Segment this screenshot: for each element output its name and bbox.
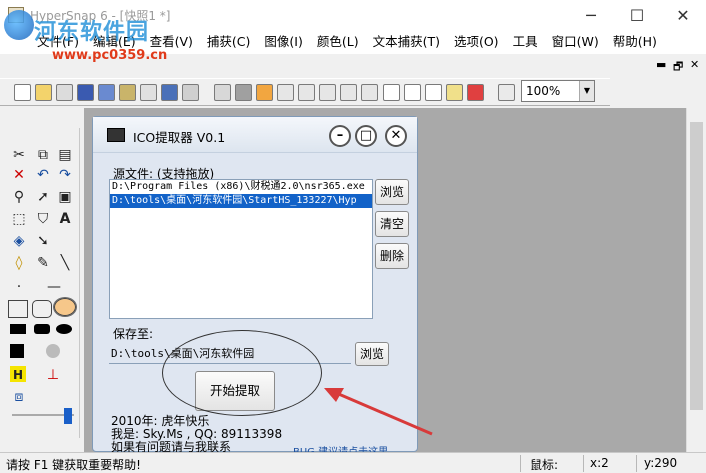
delete-icon[interactable]: ✕: [10, 166, 28, 184]
stamp-tool-icon[interactable]: ⛉: [34, 210, 52, 228]
watermark-url: www.pc0359.cn: [52, 48, 168, 63]
mouse-x: x:2: [590, 456, 609, 470]
copy-tool-icon[interactable]: ⧉: [34, 146, 52, 164]
dialog-close-button[interactable]: ✕: [385, 125, 407, 147]
close-button[interactable]: ✕: [660, 0, 706, 30]
mouse-y: y:290: [644, 456, 678, 470]
menu-color[interactable]: 颜色(L): [310, 30, 366, 54]
save-to-label: 保存至:: [113, 327, 154, 341]
window-tool-icon[interactable]: ▣: [56, 188, 74, 206]
foreground-color-icon[interactable]: [10, 344, 24, 358]
watermark-title: 河东软件园: [34, 20, 150, 45]
paste-icon[interactable]: ▤: [56, 146, 74, 164]
scan-icon[interactable]: [56, 84, 73, 101]
mdi-minimize-button[interactable]: ▬: [656, 58, 666, 71]
filled-rounded-rect-icon[interactable]: [34, 324, 50, 334]
text-tool-icon[interactable]: A: [56, 210, 74, 228]
zoom-value: 100%: [526, 84, 561, 98]
tools-icon[interactable]: [235, 84, 252, 101]
pointer-icon[interactable]: ➚: [34, 188, 52, 206]
clear-button[interactable]: 清空: [375, 211, 409, 237]
status-bar: 请按 F1 键获取重要帮助! 鼠标: x:2 y:290: [0, 452, 706, 473]
arrow-tool-icon[interactable]: ➘: [34, 232, 52, 250]
filled-rect-icon[interactable]: [10, 324, 26, 334]
list-item[interactable]: D:\tools\桌面\河东软件园\StartHS_133227\Hyp: [110, 194, 372, 208]
help-cursor-icon[interactable]: [498, 84, 515, 101]
opacity-slider[interactable]: [64, 408, 72, 424]
fit-icon[interactable]: ⧈: [10, 388, 28, 406]
stamp-icon[interactable]: [467, 84, 484, 101]
dot-style-icon[interactable]: ·: [10, 278, 28, 296]
capture-hand-icon[interactable]: [256, 84, 273, 101]
file-list[interactable]: D:\Program Files (x86)\财税通2.0\nsr365.exe…: [109, 179, 373, 319]
open-icon[interactable]: [35, 84, 52, 101]
capture-repeat-icon[interactable]: [361, 84, 378, 101]
menu-text-capture[interactable]: 文本捕获(T): [366, 30, 447, 54]
menu-window[interactable]: 窗口(W): [545, 30, 606, 54]
undo-icon[interactable]: ↶: [34, 166, 52, 184]
browse-button[interactable]: 浏览: [375, 179, 409, 205]
dialog-title: ICO提取器 V0.1: [133, 130, 226, 145]
dialog-title-bar: ICO提取器 V0.1 – □ ✕: [93, 117, 417, 153]
select-rect-icon[interactable]: ⬚: [10, 210, 28, 228]
menu-capture[interactable]: 捕获(C): [200, 30, 257, 54]
scrollbar-thumb[interactable]: [690, 122, 703, 410]
capture-button-icon[interactable]: [340, 84, 357, 101]
vertical-scrollbar[interactable]: [686, 108, 706, 453]
new-icon[interactable]: [14, 84, 31, 101]
share-icon[interactable]: [140, 84, 157, 101]
zoom-select[interactable]: 100% ▼: [521, 80, 595, 102]
rounded-rect-icon[interactable]: [32, 300, 52, 318]
print-icon[interactable]: [182, 84, 199, 101]
mouse-label: 鼠标:: [530, 458, 559, 472]
book-icon[interactable]: [161, 84, 178, 101]
copy-icon[interactable]: [214, 84, 231, 101]
resize-icon[interactable]: [446, 84, 463, 101]
menu-options[interactable]: 选项(O): [447, 30, 506, 54]
find-icon[interactable]: [119, 84, 136, 101]
cut-icon[interactable]: ✂: [10, 146, 28, 164]
menu-tools[interactable]: 工具: [506, 30, 545, 54]
menu-help[interactable]: 帮助(H): [606, 30, 664, 54]
status-help-text: 请按 F1 键获取重要帮助!: [6, 458, 141, 472]
save-browse-button[interactable]: 浏览: [355, 342, 389, 366]
save-all-icon[interactable]: [98, 84, 115, 101]
ellipse-icon[interactable]: [53, 297, 77, 317]
background-color-icon[interactable]: [46, 344, 60, 358]
mdi-restore-button[interactable]: 🗗: [673, 58, 683, 77]
rectangle-icon[interactable]: [8, 300, 28, 318]
highlight-ellipse: [162, 330, 322, 416]
highlight-icon[interactable]: H: [10, 366, 26, 382]
stamp-color-icon[interactable]: ⊥: [44, 366, 62, 384]
crop-icon[interactable]: [425, 84, 442, 101]
line-style-icon[interactable]: —: [34, 278, 74, 296]
dialog-minimize-button[interactable]: –: [329, 125, 351, 147]
save-icon[interactable]: [77, 84, 94, 101]
capture-scroll-icon[interactable]: [319, 84, 336, 101]
watermark-logo-icon: [4, 10, 34, 40]
mdi-close-button[interactable]: ✕: [690, 58, 699, 71]
rotate-right-icon[interactable]: [404, 84, 421, 101]
zoom-tool-icon[interactable]: ⚲: [10, 188, 28, 206]
eraser-icon[interactable]: ◊: [10, 254, 28, 272]
list-item[interactable]: D:\Program Files (x86)\财税通2.0\nsr365.exe: [110, 180, 372, 194]
dialog-maximize-button[interactable]: □: [355, 125, 377, 147]
capture-window-icon[interactable]: [277, 84, 294, 101]
pen-icon[interactable]: ✎: [34, 254, 52, 272]
capture-region-icon[interactable]: [298, 84, 315, 101]
rotate-left-icon[interactable]: [383, 84, 400, 101]
chevron-down-icon[interactable]: ▼: [579, 81, 594, 101]
delete-button[interactable]: 删除: [375, 243, 409, 269]
menu-image[interactable]: 图像(I): [257, 30, 309, 54]
redo-icon[interactable]: ↷: [56, 166, 74, 184]
toolbar: [0, 78, 610, 106]
dialog-app-icon: [107, 128, 125, 142]
drawing-tool-panel: ✂ ⧉ ▤ ✕ ↶ ↷ ⚲ ➚ ▣ ⬚ ⛉ A ◈ ➘ ◊ ✎ ╲ · — H …: [4, 128, 80, 438]
line-icon[interactable]: ╲: [56, 254, 74, 272]
fill-icon[interactable]: ◈: [10, 232, 28, 250]
filled-ellipse-icon[interactable]: [56, 324, 72, 334]
maximize-button[interactable]: ☐: [614, 0, 660, 30]
minimize-button[interactable]: ─: [568, 0, 614, 30]
red-arrow-annotation: [324, 388, 433, 436]
